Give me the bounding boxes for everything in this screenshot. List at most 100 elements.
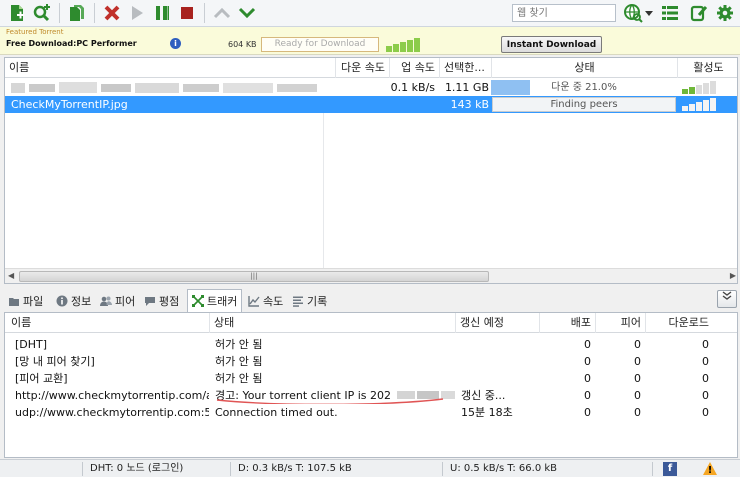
pause-button[interactable] (151, 2, 173, 24)
stop-button[interactable] (176, 2, 198, 24)
tracker-row[interactable]: [피어 교환] 허가 안 됨 0 0 0 (5, 370, 737, 387)
dht-status[interactable]: DHT: 0 노드 (로그인) (90, 460, 183, 477)
tab-trackers[interactable]: 트래커 (187, 289, 243, 312)
collapse-panel-button[interactable] (717, 290, 737, 308)
torrent-list: 이름 다운 속도 업 속도 선택한... 상태 활성도 0.1 kB/s 1.1… (4, 57, 738, 284)
settings-button[interactable] (714, 2, 736, 24)
status-text: Finding peers (550, 99, 618, 110)
start-button[interactable] (126, 2, 148, 24)
edit-icon (690, 5, 708, 22)
tracker-name: [DHT] (15, 338, 48, 351)
col-peers[interactable]: 피어 (595, 313, 645, 333)
list-view-button[interactable] (659, 2, 681, 24)
tracker-peers: 0 (634, 355, 641, 368)
col-availability[interactable]: 활성도 (677, 58, 737, 78)
status-divider (230, 462, 231, 476)
col-tracker-name[interactable]: 이름 (5, 313, 209, 333)
tab-peers[interactable]: 피어 (96, 291, 139, 311)
move-down-button[interactable] (236, 2, 258, 24)
tracker-name: udp://www.checkmytorrentip.com:557... (15, 406, 209, 419)
remove-button[interactable] (101, 2, 123, 24)
status-divider (652, 462, 653, 476)
tab-ratings[interactable]: 평점 (140, 291, 183, 311)
tracker-row[interactable]: http://www.checkmytorrentip.com/an... 경고… (5, 387, 737, 404)
search-box[interactable] (512, 4, 616, 22)
featured-name[interactable]: Free Download:PC Performer (6, 39, 137, 48)
chevron-up-icon (213, 7, 231, 19)
download-status[interactable]: D: 0.3 kB/s T: 107.5 kB (238, 460, 352, 477)
tab-speed[interactable]: 속도 (244, 291, 287, 311)
caret-down-icon (645, 11, 653, 16)
tab-log[interactable]: 기록 (288, 291, 331, 311)
horizontal-scrollbar[interactable]: ◀ ||| ▶ (5, 268, 737, 283)
add-torrent-button[interactable] (6, 2, 28, 24)
featured-torrent-bar: Featured Torrent Free Download:PC Perfor… (0, 27, 740, 55)
tracker-downloaded: 0 (702, 355, 709, 368)
availability-icon (682, 98, 716, 111)
col-downloaded[interactable]: 다운로드 (645, 313, 713, 333)
torrent-row-selected[interactable]: CheckMyTorrentIP.jpg 143 kB Finding peer… (5, 96, 737, 113)
tracker-icon (192, 295, 204, 307)
blurred-name (11, 82, 317, 93)
col-up-speed[interactable]: 업 속도 (389, 58, 439, 78)
tracker-status: 허가 안 됨 (215, 355, 263, 368)
tracker-row[interactable]: udp://www.checkmytorrentip.com:557... Co… (5, 404, 737, 421)
pause-icon (156, 6, 169, 20)
torrent-row[interactable]: 0.1 kB/s 1.11 GB 다운 중 21.0% (5, 79, 737, 96)
warning-icon[interactable]: ! (702, 461, 718, 477)
facebook-icon[interactable]: f (663, 462, 677, 476)
col-tracker-status[interactable]: 상태 (209, 313, 455, 333)
torrent-name: CheckMyTorrentIP.jpg (11, 98, 128, 111)
col-status[interactable]: 상태 (491, 58, 677, 78)
status-divider (442, 462, 443, 476)
scroll-thumb[interactable]: ||| (19, 271, 489, 282)
instant-download-button[interactable]: Instant Download (501, 36, 602, 53)
remove-icon (104, 5, 120, 21)
upload-status[interactable]: U: 0.5 kB/s T: 66.0 kB (450, 460, 557, 477)
search-input[interactable] (513, 5, 615, 21)
move-up-button[interactable] (211, 2, 233, 24)
tab-files[interactable]: 파일 (4, 291, 47, 311)
search-dropdown-button[interactable] (643, 2, 655, 24)
link-icon (33, 4, 50, 22)
signal-bars-icon (386, 38, 420, 52)
log-icon (293, 296, 303, 307)
scroll-right-icon[interactable]: ▶ (730, 271, 736, 280)
tracker-seeds: 0 (584, 355, 591, 368)
tracker-name: http://www.checkmytorrentip.com/an... (15, 389, 209, 402)
tracker-status: 허가 안 됨 (215, 372, 263, 385)
col-down-speed[interactable]: 다운 속도 (335, 58, 389, 78)
col-update-in[interactable]: 갱신 예정 (455, 313, 539, 333)
status-divider (82, 462, 83, 476)
add-link-button[interactable] (31, 2, 53, 24)
info-icon[interactable]: i (170, 38, 181, 49)
tracker-peers: 0 (634, 338, 641, 351)
col-seeds[interactable]: 배포 (539, 313, 595, 333)
torrent-list-header: 이름 다운 속도 업 속도 선택한... 상태 활성도 (5, 58, 737, 78)
col-selected-size[interactable]: 선택한... (439, 58, 491, 78)
tab-label: 정보 (71, 295, 92, 308)
up-speed: 0.1 kB/s (390, 81, 435, 94)
tracker-downloaded: 0 (702, 406, 709, 419)
col-name[interactable]: 이름 (5, 58, 335, 78)
remote-button[interactable] (688, 2, 710, 24)
availability-bars (681, 96, 731, 113)
status-text: 다운 중 21.0% (551, 82, 617, 93)
tracker-row[interactable]: [망 내 피어 찾기] 허가 안 됨 0 0 0 (5, 353, 737, 370)
tracker-seeds: 0 (584, 406, 591, 419)
tab-info[interactable]: 정보 (52, 291, 95, 311)
tracker-table: 이름 상태 갱신 예정 배포 피어 다운로드 [DHT] 허가 안 됨 0 0 … (4, 312, 738, 458)
search-provider-button[interactable] (622, 2, 644, 24)
toolbar-separator (94, 3, 95, 23)
tracker-row[interactable]: [DHT] 허가 안 됨 0 0 0 (5, 336, 737, 353)
tracker-peers: 0 (634, 372, 641, 385)
stop-icon (181, 7, 193, 19)
tracker-seeds: 0 (584, 389, 591, 402)
create-torrent-button[interactable] (66, 2, 88, 24)
tracker-downloaded: 0 (702, 389, 709, 402)
featured-label: Featured Torrent (6, 28, 64, 36)
status-progress: 다운 중 21.0% (491, 79, 677, 96)
double-chevron-down-icon (722, 291, 732, 300)
tab-label: 기록 (307, 295, 328, 308)
scroll-left-icon[interactable]: ◀ (8, 271, 14, 280)
